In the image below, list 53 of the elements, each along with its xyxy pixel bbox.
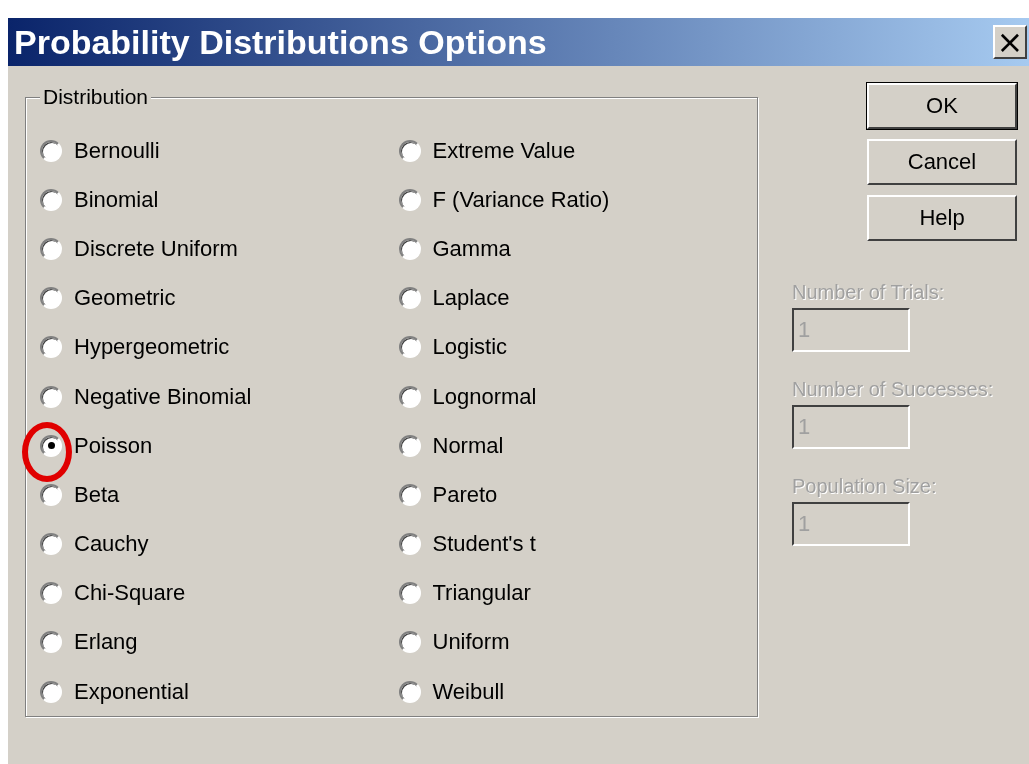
radio-button[interactable] — [398, 336, 421, 359]
radio-button[interactable] — [398, 631, 421, 654]
radio-label[interactable]: Logistic — [432, 334, 508, 361]
radio-label[interactable]: Bernoulli — [74, 137, 160, 164]
radio-button[interactable] — [40, 631, 62, 654]
radio-label[interactable]: Cauchy — [74, 531, 149, 558]
radio-label[interactable]: Exponential — [74, 678, 189, 705]
radio-button[interactable] — [40, 680, 62, 703]
radio-label[interactable]: Student's t — [432, 531, 536, 558]
radio-label[interactable]: Negative Binomial — [74, 383, 252, 410]
radio-button[interactable] — [398, 483, 421, 506]
radio-label[interactable]: F (Variance Ratio) — [432, 186, 610, 213]
radio-button[interactable] — [398, 188, 421, 211]
radio-button[interactable] — [40, 483, 62, 506]
radio-button[interactable] — [398, 533, 421, 556]
radio-label[interactable]: Normal — [432, 432, 504, 459]
dialog-button[interactable]: Help — [867, 195, 1017, 241]
radio-button[interactable] — [398, 680, 421, 703]
radio-button[interactable] — [40, 139, 62, 162]
radio-button[interactable] — [40, 237, 62, 260]
radio-button[interactable] — [40, 533, 62, 556]
close-button[interactable]: × — [993, 25, 1027, 59]
radio-button[interactable] — [40, 385, 62, 408]
radio-button[interactable] — [398, 287, 421, 310]
radio-label[interactable]: Binomial — [74, 186, 159, 213]
radio-button[interactable] — [40, 582, 62, 605]
radio-label[interactable]: Gamma — [432, 235, 511, 262]
radio-button[interactable] — [40, 287, 62, 310]
radio-label[interactable]: Poisson — [74, 432, 153, 459]
radio-button[interactable] — [398, 139, 421, 162]
radio-button[interactable] — [40, 434, 62, 457]
radio-label[interactable]: Erlang — [74, 629, 138, 656]
radio-label[interactable]: Lognormal — [432, 383, 537, 410]
radio-label[interactable]: Uniform — [432, 629, 510, 656]
radio-button[interactable] — [398, 385, 421, 408]
radio-button[interactable] — [398, 237, 421, 260]
radio-label[interactable]: Pareto — [432, 481, 498, 508]
radio-label[interactable]: Discrete Uniform — [74, 235, 238, 262]
radio-label[interactable]: Laplace — [432, 285, 510, 312]
radio-label[interactable]: Hypergeometric — [74, 334, 230, 361]
radio-label[interactable]: Extreme Value — [432, 137, 576, 164]
radio-button[interactable] — [40, 336, 62, 359]
window-title: Probability Distributions Options — [14, 22, 547, 62]
radio-button[interactable] — [398, 582, 421, 605]
radio-label[interactable]: Beta — [74, 481, 120, 508]
dialog-button[interactable]: Cancel — [867, 139, 1017, 185]
dialog-button[interactable]: OK — [867, 83, 1017, 129]
radio-button[interactable] — [398, 434, 421, 457]
radio-label[interactable]: Geometric — [74, 285, 176, 312]
radio-label[interactable]: Triangular — [432, 580, 531, 607]
radio-label[interactable]: Chi-Square — [74, 580, 186, 607]
radio-button[interactable] — [40, 188, 62, 211]
radio-label[interactable]: Weibull — [432, 678, 505, 705]
